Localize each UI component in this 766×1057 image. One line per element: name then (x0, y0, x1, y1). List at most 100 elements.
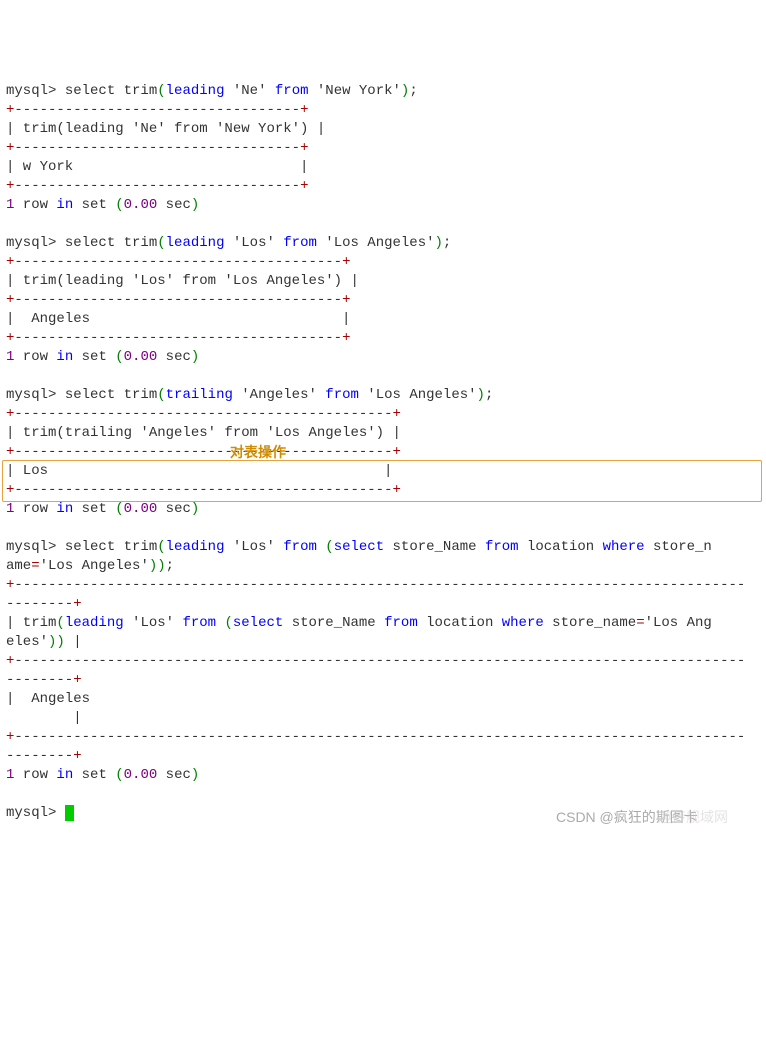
paren: ( (115, 197, 123, 213)
row-value: | Angeles (6, 691, 754, 707)
col-header: store_Name (283, 615, 384, 631)
timing: 0.00 (124, 349, 158, 365)
sql-text: select trim (56, 235, 157, 251)
timing: 0.00 (124, 767, 158, 783)
sql-text: store_Name (384, 539, 485, 555)
status-text: set (73, 349, 115, 365)
operator: = (31, 558, 39, 574)
sep-dash: -------- (6, 672, 73, 688)
sep-dash: ----------------------------------------… (14, 406, 392, 422)
paren: ( (157, 235, 165, 251)
sep-dash: ---------------------------------- (14, 102, 300, 118)
prompt[interactable]: mysql> (6, 805, 65, 821)
paren: ) (435, 235, 443, 251)
sep-plus: + (392, 444, 400, 460)
timing: 0.00 (124, 197, 158, 213)
sep-plus: + (342, 254, 350, 270)
keyword: in (56, 349, 73, 365)
semi: ; (409, 83, 417, 99)
status-text: sec (157, 767, 191, 783)
keyword: leading (166, 539, 225, 555)
paren: ) (149, 558, 157, 574)
row-value: | Los | (6, 463, 392, 479)
sql-text: 'Los' (224, 235, 283, 251)
status-text: row (14, 767, 56, 783)
sep-plus: + (392, 406, 400, 422)
sep-plus: + (392, 482, 400, 498)
col-header: | (65, 634, 82, 650)
status-text: row (14, 501, 56, 517)
col-header: | trim(leading 'Los' from 'Los Angeles')… (6, 273, 359, 289)
sep-plus: + (73, 672, 81, 688)
sql-text: ame (6, 558, 31, 574)
keyword: from (283, 539, 317, 555)
keyword: leading (166, 235, 225, 251)
col-header: location (418, 615, 502, 631)
sep-dash: ---------------------------------- (14, 178, 300, 194)
keyword: leading (166, 83, 225, 99)
sep-dash: ----------------------------------------… (14, 444, 392, 460)
paren: ( (115, 501, 123, 517)
sql-text: 'Angeles' (233, 387, 325, 403)
status-text: set (73, 501, 115, 517)
sql-text: 'Los' (224, 539, 283, 555)
prompt: mysql> (6, 539, 56, 555)
keyword: in (56, 501, 73, 517)
paren: ) (191, 767, 199, 783)
paren: ( (325, 539, 333, 555)
keyword: from (283, 235, 317, 251)
paren: ) (56, 634, 64, 650)
sep-plus: + (300, 102, 308, 118)
prompt: mysql> (6, 235, 56, 251)
paren: ( (115, 349, 123, 365)
row-value: | (6, 710, 82, 726)
watermark-secondary: 趣传舰域网 (658, 808, 728, 827)
sql-text: location (519, 539, 603, 555)
paren: ( (56, 615, 64, 631)
row-value: | w York | (6, 159, 308, 175)
keyword: select (334, 539, 384, 555)
sep-plus: + (342, 292, 350, 308)
status-text: row (14, 349, 56, 365)
col-header: eles' (6, 634, 48, 650)
paren: ) (191, 349, 199, 365)
sep-plus: + (300, 178, 308, 194)
sep-dash: -------- (6, 596, 73, 612)
keyword: leading (65, 615, 124, 631)
paren: ) (191, 197, 199, 213)
semi: ; (485, 387, 493, 403)
paren: ( (157, 387, 165, 403)
sql-text: select trim (56, 83, 157, 99)
status-text: sec (157, 501, 191, 517)
sep-plus: + (73, 596, 81, 612)
paren: ( (115, 767, 123, 783)
keyword: in (56, 767, 73, 783)
sql-text: select trim (56, 539, 157, 555)
paren: ( (157, 539, 165, 555)
semi: ; (443, 235, 451, 251)
col-header: | trim(leading 'Ne' from 'New York') | (6, 121, 325, 137)
sql-text: 'Ne' (224, 83, 274, 99)
sep-dash: ----------------------------------------… (14, 482, 392, 498)
keyword: from (275, 83, 309, 99)
keyword: where (603, 539, 645, 555)
keyword: from (384, 615, 418, 631)
status-text: row (14, 197, 56, 213)
sql-text: 'Los Angeles' (40, 558, 149, 574)
col-header: store_name (544, 615, 636, 631)
sep-plus: + (73, 748, 81, 764)
prompt: mysql> (6, 83, 56, 99)
keyword: in (56, 197, 73, 213)
status-text: set (73, 197, 115, 213)
status-text: set (73, 767, 115, 783)
keyword: from (485, 539, 519, 555)
paren: ) (477, 387, 485, 403)
annotation-label: 对表操作 (230, 443, 286, 462)
col-header: 'Los Ang (645, 615, 712, 631)
sep-dash: ----------------------------------------… (14, 729, 745, 745)
paren: ( (157, 83, 165, 99)
operator: = (636, 615, 644, 631)
paren: ) (191, 501, 199, 517)
sep-plus: + (342, 330, 350, 346)
sql-text: 'Los Angeles' (359, 387, 477, 403)
